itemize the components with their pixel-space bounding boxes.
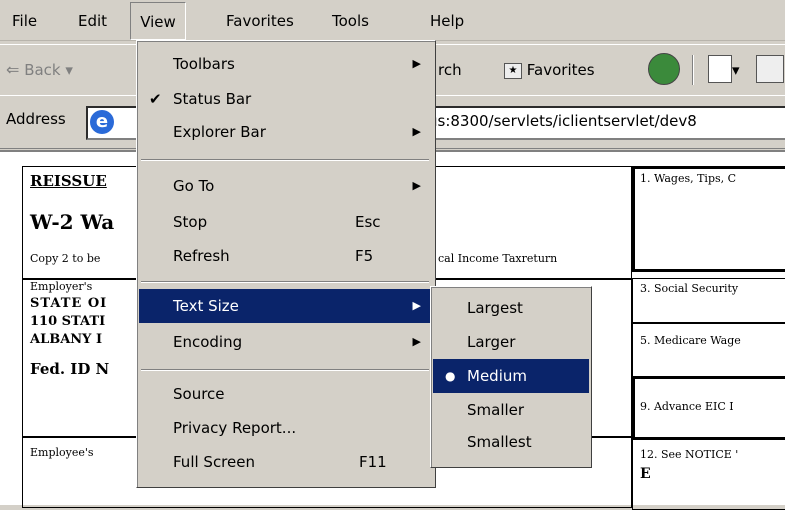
mail-dropdown-icon[interactable]: ▾ bbox=[732, 57, 740, 83]
view-menu-full-screen[interactable]: Full Screen F11 bbox=[139, 445, 433, 479]
box12-label: 12. See NOTICE ' bbox=[640, 448, 739, 461]
menu-favorites[interactable]: Favorites bbox=[218, 8, 302, 34]
submenu-arrow-icon: ▶ bbox=[412, 335, 421, 348]
text-size-smaller[interactable]: Smaller bbox=[433, 393, 589, 427]
menu-separator bbox=[141, 369, 429, 371]
view-menu-toolbars[interactable]: Toolbars ▶ bbox=[139, 47, 433, 81]
mail-icon[interactable] bbox=[708, 55, 732, 83]
submenu-arrow-icon: ▶ bbox=[412, 299, 421, 312]
menu-view[interactable]: View bbox=[130, 2, 186, 40]
menu-file[interactable]: File bbox=[4, 8, 45, 34]
text-size-medium[interactable]: ● Medium bbox=[433, 359, 589, 393]
copy2-text: Copy 2 to be bbox=[30, 252, 101, 265]
back-arrow-icon: ⇐ bbox=[6, 60, 20, 79]
menu-help[interactable]: Help bbox=[422, 8, 472, 34]
view-menu: Toolbars ▶ ✔ Status Bar Explorer Bar ▶ G… bbox=[136, 40, 436, 488]
box9-label: 9. Advance EIC I bbox=[640, 400, 734, 413]
text-size-smallest[interactable]: Smallest bbox=[433, 425, 589, 459]
reissue-label: REISSUE bbox=[30, 172, 107, 190]
box5-label: 5. Medicare Wage bbox=[640, 334, 741, 347]
box1-label: 1. Wages, Tips, C bbox=[640, 172, 737, 185]
checkmark-icon: ✔ bbox=[149, 90, 162, 108]
ie-page-icon: e bbox=[90, 110, 114, 134]
search-button[interactable]: rch bbox=[438, 57, 462, 83]
favorites-icon: ★ bbox=[504, 62, 522, 79]
text-size-largest[interactable]: Largest bbox=[433, 291, 589, 325]
menu-separator bbox=[141, 281, 429, 283]
view-menu-go-to[interactable]: Go To ▶ bbox=[139, 169, 433, 203]
w2-title: W-2 Wa bbox=[30, 210, 115, 234]
employee-label: Employee's bbox=[30, 446, 94, 459]
view-menu-stop[interactable]: Stop Esc bbox=[139, 205, 433, 239]
view-menu-status-bar[interactable]: ✔ Status Bar bbox=[139, 85, 433, 113]
view-menu-source[interactable]: Source bbox=[139, 377, 433, 411]
menu-bar: File Edit View Favorites Tools Help bbox=[0, 0, 785, 41]
view-menu-refresh[interactable]: Refresh F5 bbox=[139, 239, 433, 273]
menu-edit[interactable]: Edit bbox=[70, 8, 115, 34]
text-size-larger[interactable]: Larger bbox=[433, 325, 589, 359]
submenu-arrow-icon: ▶ bbox=[412, 179, 421, 192]
favorites-button[interactable]: ★ Favorites bbox=[504, 57, 595, 83]
radio-bullet-icon: ● bbox=[445, 369, 456, 383]
submenu-arrow-icon: ▶ bbox=[412, 125, 421, 138]
toolbar-divider bbox=[692, 55, 694, 85]
print-icon[interactable] bbox=[756, 55, 784, 83]
view-menu-privacy-report[interactable]: Privacy Report... bbox=[139, 411, 433, 445]
menu-tools[interactable]: Tools bbox=[324, 8, 377, 34]
view-menu-explorer-bar[interactable]: Explorer Bar ▶ bbox=[139, 115, 433, 149]
employer-city: ALBANY I bbox=[30, 332, 103, 347]
view-menu-encoding[interactable]: Encoding ▶ bbox=[139, 325, 433, 359]
box3-label: 3. Social Security bbox=[640, 282, 739, 295]
employer-label: Employer's bbox=[30, 280, 93, 293]
employer-name: STATE OI bbox=[30, 296, 108, 311]
text-size-submenu: Largest Larger ● Medium Smaller Smallest bbox=[430, 286, 592, 468]
history-icon[interactable] bbox=[648, 53, 680, 85]
address-label: Address bbox=[6, 110, 66, 128]
submenu-arrow-icon: ▶ bbox=[412, 57, 421, 70]
back-button[interactable]: ⇐ Back ▾ bbox=[6, 57, 73, 83]
employer-street: 110 STATI bbox=[30, 314, 106, 329]
fed-id-label: Fed. ID N bbox=[30, 360, 110, 378]
local-tax-text: cal Income Taxreturn bbox=[438, 252, 558, 265]
menu-separator bbox=[141, 159, 429, 161]
box5-cell bbox=[632, 322, 785, 378]
address-value: us:8300/servlets/iclientservlet/dev8 bbox=[428, 112, 697, 130]
box12-code: E bbox=[640, 466, 651, 482]
view-menu-text-size[interactable]: Text Size ▶ bbox=[139, 289, 433, 323]
